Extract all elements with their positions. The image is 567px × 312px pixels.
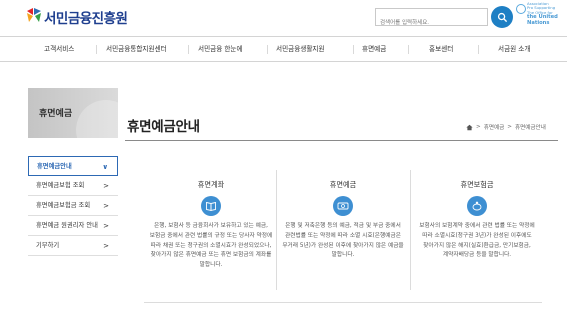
search-button[interactable] xyxy=(491,6,513,28)
chevron-right-icon: > xyxy=(103,182,109,190)
nav-item-pr-center[interactable]: 홍보센터 xyxy=(429,37,453,61)
card-description: 은행 및 저축은행 등의 예금, 적금 및 부금 중에서 관련법률 또는 약정에… xyxy=(282,223,404,259)
chevron-down-icon: ∨ xyxy=(102,163,108,171)
logo-mark-icon xyxy=(27,8,41,22)
site-header: 서민금융진흥원 Association Pro Supporting The O… xyxy=(0,0,567,36)
nav-divider xyxy=(478,45,479,54)
content-bottom-divider xyxy=(144,302,542,303)
nav-divider xyxy=(353,45,354,54)
search-field[interactable] xyxy=(375,8,488,31)
sidebar-item-insurance-lookup[interactable]: 휴면예금보험금 조회 > xyxy=(28,196,118,216)
title-divider xyxy=(125,140,558,141)
breadcrumb-separator: > xyxy=(476,124,481,130)
nav-divider xyxy=(188,45,189,54)
breadcrumb-current: 휴면예금안내 xyxy=(514,125,546,131)
info-card-dormant-insurance: 휴면보험금 보험사의 보험계약 중에서 관련 법률 또는 약정에 따라 소멸시효… xyxy=(410,172,544,292)
home-icon[interactable] xyxy=(466,124,473,131)
sidebar-menu: 휴면예금안내 ∨ 휴면예금보험 조회 > 휴면예금보험금 조회 > 휴면예금 원… xyxy=(28,156,118,256)
breadcrumb-item[interactable]: 휴면예금 xyxy=(484,123,505,131)
sidebar-item-label: 휴면예금안내 xyxy=(37,163,72,170)
site-logo[interactable]: 서민금융진흥원 xyxy=(26,5,128,27)
breadcrumb-separator: > xyxy=(507,124,512,130)
nav-item-dormant-deposit[interactable]: 휴면예금 xyxy=(362,37,386,61)
nav-divider xyxy=(408,45,409,54)
sidebar-item-label: 휴면예금보험금 조회 xyxy=(36,202,91,209)
card-title: 휴면계좌 xyxy=(197,180,225,189)
search-input[interactable] xyxy=(376,15,487,31)
sidebar-item-dormant-info[interactable]: 휴면예금안내 ∨ xyxy=(28,156,118,176)
card-description: 보험사의 보험계약 중에서 관련 법률 또는 약정에 따라 소멸시효(청구권 3… xyxy=(419,223,535,259)
main-nav: 고객서비스 서민금융통합지원센터 서민금융 한눈에 서민금융생활지원 휴면예금 … xyxy=(0,36,567,62)
page-title: 휴면예금안내 xyxy=(127,119,200,135)
nav-item-life-support[interactable]: 서민금융생활지원 xyxy=(276,37,325,61)
nav-item-integrated-center[interactable]: 서민금융통합지원센터 xyxy=(106,37,167,61)
chevron-right-icon: > xyxy=(103,222,109,230)
un-emblem-icon xyxy=(516,4,526,14)
un-logo-text: Association Pro Supporting The Office fo… xyxy=(527,1,558,26)
chevron-right-icon: > xyxy=(103,202,109,210)
sidebar-item-donate[interactable]: 기부하기 > xyxy=(28,236,118,256)
card-title: 휴면보험금 xyxy=(460,180,494,189)
nav-divider xyxy=(96,45,97,54)
sidebar-item-label: 기부하기 xyxy=(36,242,60,249)
sidebar-item-label: 휴면예금 원권리자 안내 xyxy=(36,222,98,229)
sidebar-item-dormant-lookup[interactable]: 휴면예금보험 조회 > xyxy=(28,176,118,196)
breadcrumb: > 휴면예금 > 휴면예금안내 xyxy=(466,123,546,131)
nav-item-about[interactable]: 서금원 소개 xyxy=(498,37,530,61)
card-description: 은행, 보험사 등 금융회사가 보유하고 있는 예금, 보험금 중에서 관련 법… xyxy=(149,223,273,269)
sidebar-item-label: 휴면예금보험 조회 xyxy=(36,182,85,189)
sidebar-item-original-owner[interactable]: 휴면예금 원권리자 안내 > xyxy=(28,216,118,236)
logo-text: 서민금융진흥원 xyxy=(44,11,128,27)
nav-item-customer-service[interactable]: 고객서비스 xyxy=(44,37,74,61)
chevron-right-icon: > xyxy=(103,242,109,250)
book-icon xyxy=(201,196,221,216)
sidebar-title: 휴면예금 xyxy=(39,109,73,119)
info-card-dormant-deposit: 휴면예금 은행 및 저축은행 등의 예금, 적금 및 부금 중에서 관련법률 또… xyxy=(276,172,410,292)
un-association-logo: Association Pro Supporting The Office fo… xyxy=(516,1,562,34)
nav-divider xyxy=(267,45,268,54)
card-title: 휴면예금 xyxy=(329,180,357,189)
piggy-bank-icon xyxy=(467,196,487,216)
nav-item-at-a-glance[interactable]: 서민금융 한눈에 xyxy=(198,37,243,61)
money-icon xyxy=(333,196,353,216)
search-icon xyxy=(497,12,507,22)
info-card-dormant-account: 휴면계좌 은행, 보험사 등 금융회사가 보유하고 있는 예금, 보험금 중에서… xyxy=(144,172,278,292)
